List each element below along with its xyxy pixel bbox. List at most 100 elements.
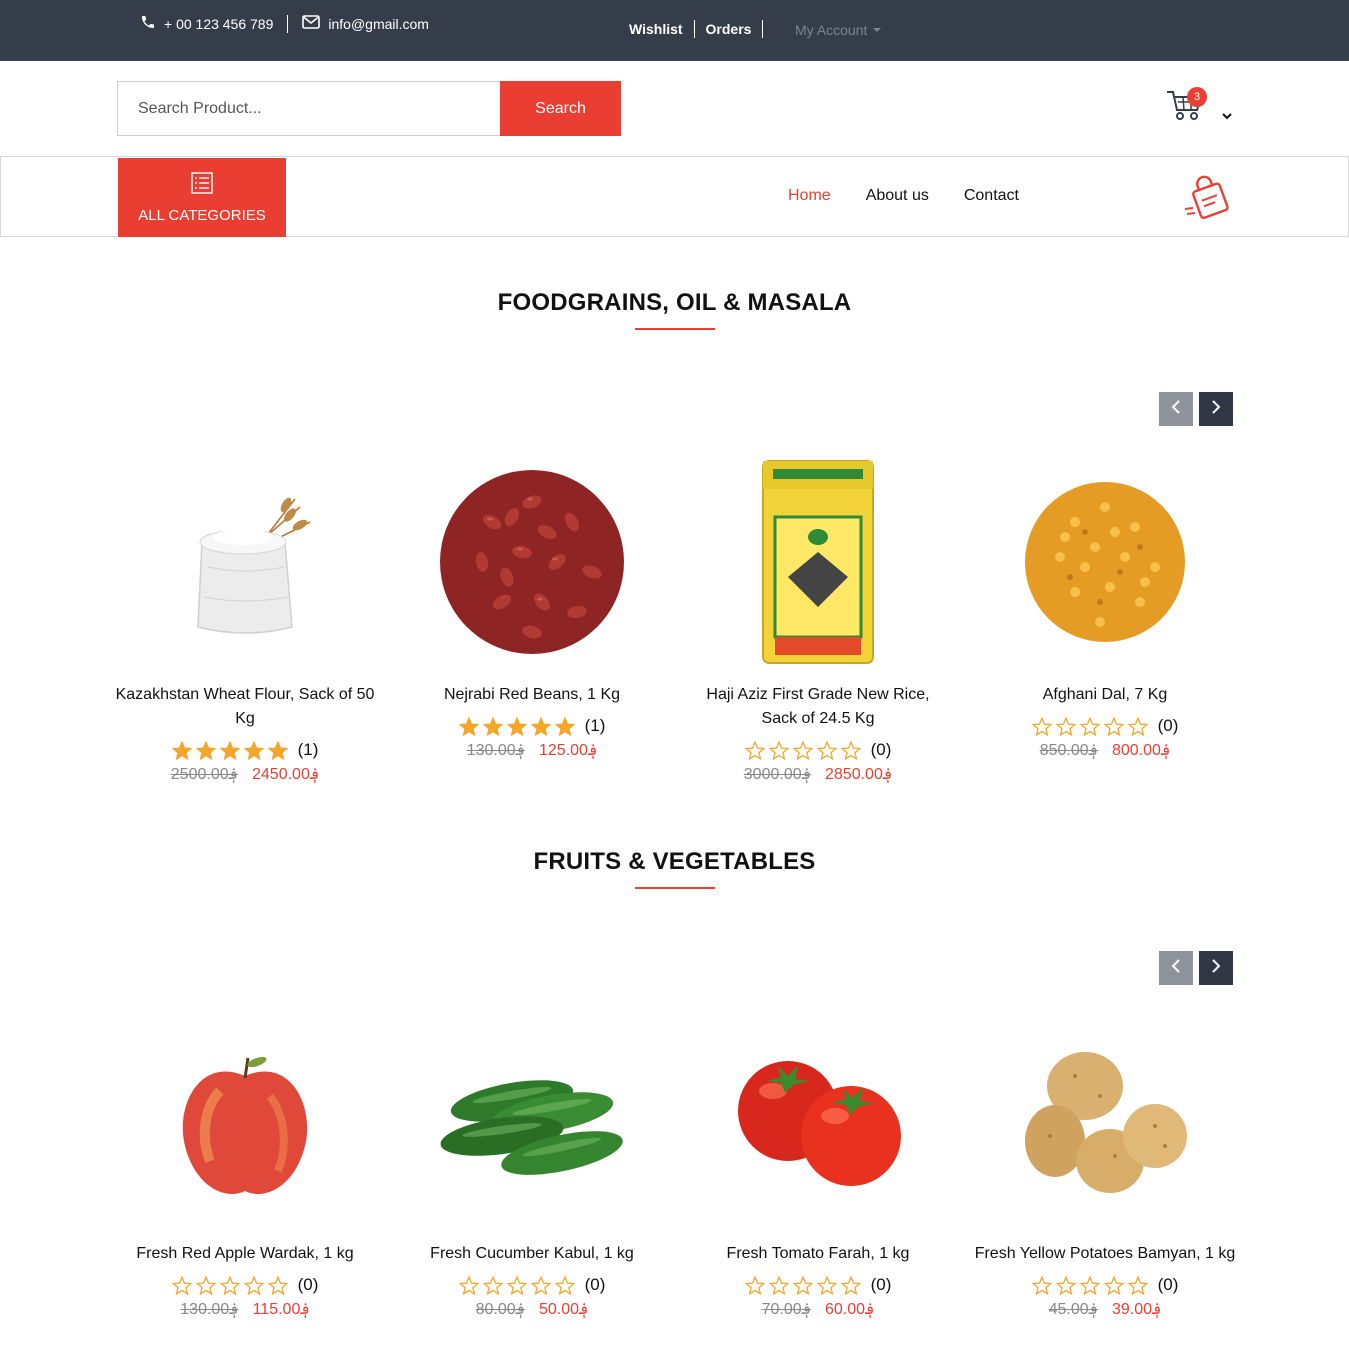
old-price-value: 850.00 xyxy=(1039,742,1089,759)
currency-symbol: ؋ xyxy=(587,742,598,759)
product-name[interactable]: Kazakhstan Wheat Flour, Sack of 50 Kg xyxy=(110,683,380,731)
currency-symbol: ؋ xyxy=(579,1301,589,1318)
my-account-dropdown[interactable]: My Account xyxy=(795,22,882,38)
red-beans-icon[interactable] xyxy=(427,457,637,667)
currency-symbol: ؋ xyxy=(1152,1301,1162,1318)
cart-dropdown-chevron-icon[interactable] xyxy=(1221,108,1233,126)
current-price-value: 60.00 xyxy=(825,1301,866,1318)
carousel-next-button[interactable] xyxy=(1199,392,1233,426)
product-card[interactable]: Fresh Yellow Potatoes Bamyan, 1 kg (0) ؋… xyxy=(970,1016,1240,1319)
phone-contact[interactable]: + 00 123 456 789 xyxy=(140,14,273,33)
apple-icon[interactable] xyxy=(140,1016,350,1226)
star-empty-icon xyxy=(1127,1275,1148,1295)
phone-icon xyxy=(140,14,156,33)
currency-symbol: ؋ xyxy=(300,1301,310,1318)
star-empty-icon xyxy=(744,1275,765,1295)
nav-home[interactable]: Home xyxy=(788,187,831,205)
wishlist-link[interactable]: Wishlist xyxy=(629,21,683,37)
list-icon xyxy=(190,171,214,199)
star-filled-icon xyxy=(171,740,192,760)
top-links: Wishlist Orders xyxy=(629,20,774,38)
star-rating xyxy=(1031,1275,1148,1295)
email-contact[interactable]: info@gmail.com xyxy=(302,15,429,32)
product-card[interactable]: Fresh Cucumber Kabul, 1 kg (0) ؋80.00 ؋5… xyxy=(397,1016,667,1319)
star-empty-icon xyxy=(267,1275,288,1295)
product-name[interactable]: Fresh Yellow Potatoes Bamyan, 1 kg xyxy=(970,1242,1240,1266)
currency-symbol: ؋ xyxy=(1088,742,1098,759)
chevron-right-icon xyxy=(1209,399,1223,420)
old-price-value: 130.00 xyxy=(466,742,516,759)
star-empty-icon xyxy=(1031,1275,1052,1295)
orders-link[interactable]: Orders xyxy=(706,21,752,37)
shopping-bag-icon[interactable] xyxy=(1183,171,1235,228)
flour-sack-icon[interactable] xyxy=(140,457,350,667)
star-empty-icon xyxy=(1079,1275,1100,1295)
search-button[interactable]: Search xyxy=(500,81,621,136)
product-rating: (0) xyxy=(683,740,953,760)
dal-icon[interactable] xyxy=(1000,457,1210,667)
currency-symbol: ؋ xyxy=(1088,1301,1098,1318)
cucumber-icon[interactable] xyxy=(427,1016,637,1226)
old-price: ؋130.00 xyxy=(467,740,525,760)
nav-menu: Home About us Contact xyxy=(788,187,1019,205)
old-price: ؋80.00 xyxy=(476,1299,525,1319)
current-price-value: 39.00 xyxy=(1112,1301,1153,1318)
cart-button[interactable]: 3 xyxy=(1165,87,1209,123)
carousel-prev-button[interactable] xyxy=(1159,951,1193,985)
currency-symbol: ؋ xyxy=(515,1301,525,1318)
product-card[interactable]: Haji Aziz First Grade New Rice, Sack of … xyxy=(683,457,953,784)
nav-contact[interactable]: Contact xyxy=(964,187,1019,205)
old-price: ؋3000.00 xyxy=(744,764,811,784)
envelope-icon xyxy=(302,15,321,32)
search-input[interactable] xyxy=(117,81,500,136)
product-prices: ؋850.00 ؋800.00 xyxy=(970,740,1240,760)
product-name[interactable]: Fresh Cucumber Kabul, 1 kg xyxy=(397,1242,667,1266)
all-categories-label: ALL CATEGORIES xyxy=(138,207,266,224)
old-price-value: 3000.00 xyxy=(743,766,802,783)
star-rating xyxy=(1031,716,1148,736)
old-price: ؋130.00 xyxy=(180,1299,238,1319)
star-empty-icon xyxy=(1079,716,1100,736)
carousel-next-button[interactable] xyxy=(1199,951,1233,985)
product-name[interactable]: Haji Aziz First Grade New Rice, Sack of … xyxy=(683,683,953,731)
product-name[interactable]: Fresh Tomato Farah, 1 kg xyxy=(683,1242,953,1266)
star-empty-icon xyxy=(195,1275,216,1295)
contact-info: + 00 123 456 789 info@gmail.com xyxy=(140,14,429,33)
star-empty-icon xyxy=(1103,1275,1124,1295)
top-bar: + 00 123 456 789 info@gmail.com Wishlist… xyxy=(0,0,1349,61)
current-price: ؋50.00 xyxy=(539,1299,588,1319)
search-bar: Search xyxy=(117,81,621,136)
nav-about-us[interactable]: About us xyxy=(866,187,929,205)
star-filled-icon xyxy=(506,716,527,736)
product-card[interactable]: Fresh Red Apple Wardak, 1 kg (0) ؋130.00… xyxy=(110,1016,380,1319)
title-underline xyxy=(635,328,715,330)
star-empty-icon xyxy=(243,1275,264,1295)
currency-symbol: ؋ xyxy=(882,766,893,783)
rice-sack-icon[interactable] xyxy=(713,457,923,667)
product-name[interactable]: Afghani Dal, 7 Kg xyxy=(970,683,1240,707)
product-card[interactable]: Afghani Dal, 7 Kg (0) ؋850.00 ؋800.00 xyxy=(970,457,1240,760)
all-categories-button[interactable]: ALL CATEGORIES xyxy=(118,158,286,237)
star-filled-icon xyxy=(530,716,551,736)
current-price-value: 50.00 xyxy=(539,1301,580,1318)
old-price-value: 2500.00 xyxy=(170,766,229,783)
star-empty-icon xyxy=(816,740,837,760)
product-card[interactable]: Nejrabi Red Beans, 1 Kg (1) ؋130.00 ؋125… xyxy=(397,457,667,760)
product-card[interactable]: Fresh Tomato Farah, 1 kg (0) ؋70.00 ؋60.… xyxy=(683,1016,953,1319)
star-empty-icon xyxy=(530,1275,551,1295)
product-card[interactable]: Kazakhstan Wheat Flour, Sack of 50 Kg (1… xyxy=(110,457,380,784)
cart-count-badge: 3 xyxy=(1187,87,1207,107)
star-filled-icon xyxy=(219,740,240,760)
star-rating xyxy=(171,1275,288,1295)
product-prices: ؋3000.00 ؋2850.00 xyxy=(683,764,953,784)
currency-symbol: ؋ xyxy=(228,766,238,783)
product-name[interactable]: Nejrabi Red Beans, 1 Kg xyxy=(397,683,667,707)
old-price: ؋70.00 xyxy=(762,1299,811,1319)
tomato-icon[interactable] xyxy=(713,1016,923,1226)
product-name[interactable]: Fresh Red Apple Wardak, 1 kg xyxy=(110,1242,380,1266)
review-count: (0) xyxy=(297,1275,319,1294)
carousel-prev-button[interactable] xyxy=(1159,392,1193,426)
potato-icon[interactable] xyxy=(1000,1016,1210,1226)
my-account-label: My Account xyxy=(795,22,868,38)
title-underline xyxy=(635,887,715,889)
